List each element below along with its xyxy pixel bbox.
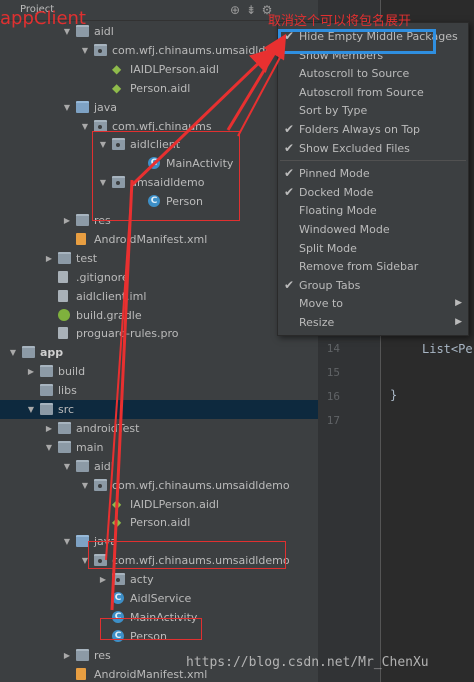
watermark: https://blog.csdn.net/Mr_ChenXu [186, 655, 429, 670]
arrow-line [110, 179, 134, 611]
arrow-line [105, 184, 133, 561]
annotation-arrows [105, 33, 287, 611]
arrow-line [237, 49, 285, 137]
